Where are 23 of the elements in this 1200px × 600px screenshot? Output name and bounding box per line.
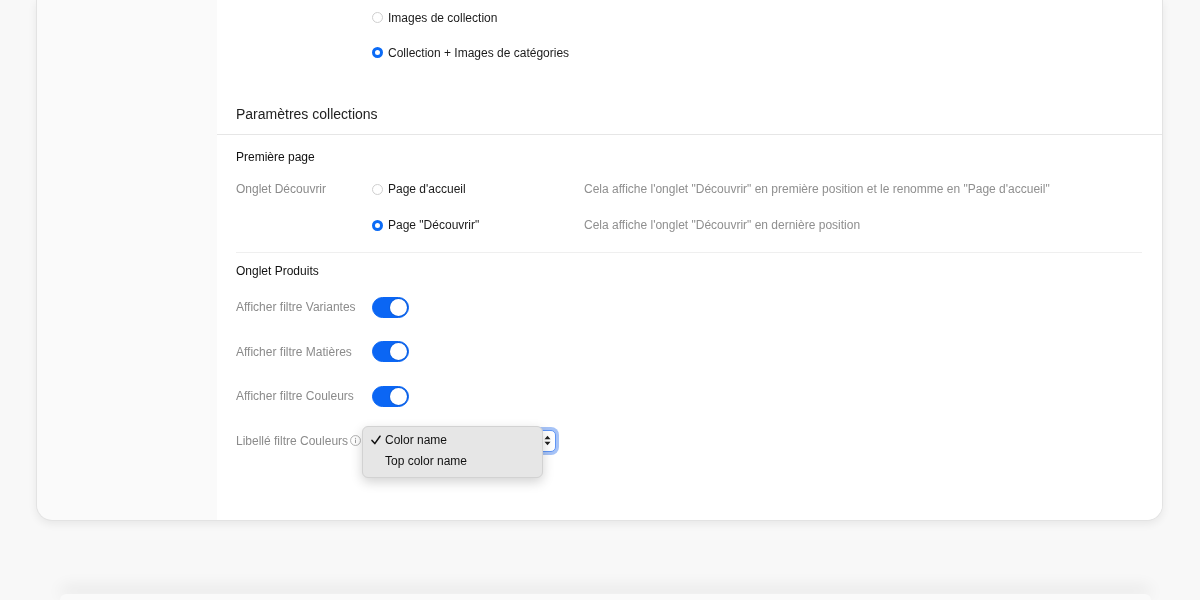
- field-label: Libellé filtre Couleurs: [236, 432, 349, 449]
- dropdown-option[interactable]: Top color name: [363, 450, 542, 472]
- field-label: Afficher filtre Variantes: [236, 299, 356, 316]
- option-description: Cela affiche l'onglet "Découvrir" en première position et le renomme en "Page d'accueil": [584, 181, 1050, 197]
- toggle-switch[interactable]: [372, 385, 409, 407]
- radio-label[interactable]: Collection + Images de catégories: [388, 44, 570, 61]
- radio-label[interactable]: Page d'accueil: [388, 181, 466, 197]
- radio-label[interactable]: Images de collection: [388, 9, 498, 26]
- section-title: Paramètres collections: [236, 105, 378, 124]
- field-label: Onglet Découvrir: [236, 181, 327, 197]
- field-label: Afficher filtre Matières: [236, 343, 352, 360]
- toggle-switch[interactable]: [372, 341, 409, 363]
- radio-button[interactable]: [372, 219, 383, 231]
- info-icon: [350, 435, 362, 447]
- option-description: Cela affiche l'onglet "Découvrir" en dernière position: [584, 217, 861, 233]
- toggle-switch[interactable]: [372, 296, 409, 318]
- group-heading: Onglet Produits: [236, 263, 319, 279]
- field-label: Afficher filtre Couleurs: [236, 388, 354, 405]
- radio-label[interactable]: Page "Découvrir": [388, 217, 480, 233]
- radio-button[interactable]: [372, 47, 383, 58]
- group-heading: Première page: [236, 149, 315, 165]
- updown-chevron-icon: [544, 435, 551, 447]
- dropdown-option[interactable]: Color name: [363, 429, 542, 451]
